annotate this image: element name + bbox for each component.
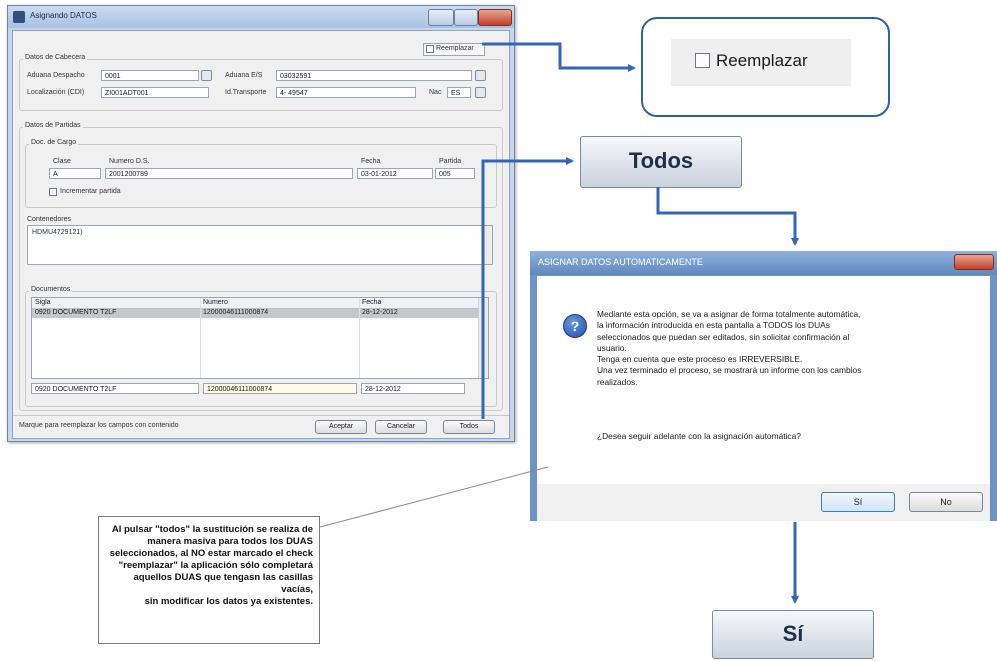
arrow-to-dialog xyxy=(656,187,799,246)
arrow-todos xyxy=(481,157,574,419)
note-pointer-line xyxy=(319,466,549,528)
connector-arrows xyxy=(319,42,799,604)
arrow-reemplazar xyxy=(482,42,636,72)
